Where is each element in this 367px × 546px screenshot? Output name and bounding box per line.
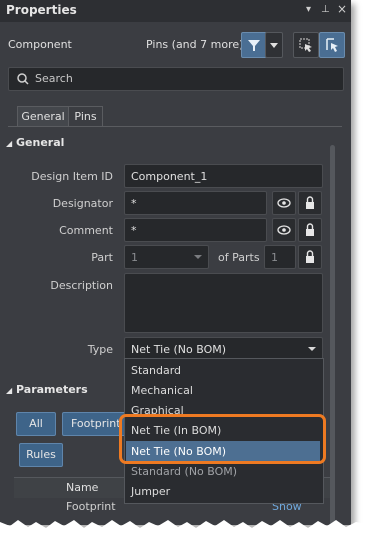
chevron-down-icon <box>270 43 278 48</box>
torn-edge-graphic <box>0 520 367 546</box>
description-label: Description <box>50 279 113 292</box>
parameters-section-header[interactable]: ◢ Parameters <box>6 383 88 396</box>
component-label: Component <box>8 38 72 51</box>
of-parts-input: 1 <box>264 245 296 269</box>
comment-input[interactable]: * <box>124 218 267 242</box>
tab-general[interactable]: General <box>17 106 69 127</box>
chevron-down-icon <box>194 255 202 259</box>
designator-input[interactable]: * <box>124 191 267 215</box>
comment-label: Comment <box>59 224 113 237</box>
lock-icon <box>306 196 314 209</box>
collapse-triangle-icon: ◢ <box>6 139 13 148</box>
tab-pins[interactable]: Pins <box>68 106 103 127</box>
properties-panel: Properties ▾ ⊥ × Component Pins (and 7 m… <box>0 0 351 525</box>
cursor-icon <box>326 38 338 52</box>
description-input[interactable] <box>124 273 323 333</box>
tab-divider <box>8 126 342 127</box>
cursor-mode-button[interactable] <box>319 32 345 58</box>
callout-highlight-box <box>119 414 326 464</box>
comment-value: * <box>131 224 137 237</box>
general-section-header[interactable]: ◢ General <box>6 136 64 149</box>
type-option-mechanical[interactable]: Mechanical <box>131 384 193 397</box>
scrollbar[interactable] <box>330 145 335 525</box>
type-value: Net Tie (No BOM) <box>131 343 227 356</box>
part-select[interactable]: 1 <box>124 245 209 269</box>
search-field[interactable]: Search <box>8 67 344 91</box>
component-row: Component Pins (and 7 more) <box>0 22 351 66</box>
designator-value: * <box>131 197 137 210</box>
of-parts-label: of Parts <box>218 251 260 264</box>
eye-icon <box>277 198 291 208</box>
pin-icon[interactable]: ⊥ <box>321 4 330 15</box>
select-cursor-icon <box>299 38 312 52</box>
panel-menu-icon[interactable]: ▾ <box>306 4 311 15</box>
lock-icon <box>306 223 314 236</box>
design-item-id-input[interactable]: Component_1 <box>124 164 323 188</box>
title-bar: Properties ▾ ⊥ × <box>0 0 351 22</box>
designator-visibility-button[interactable] <box>272 191 296 215</box>
part-lock-button[interactable] <box>298 245 322 269</box>
select-mode-button[interactable] <box>293 32 319 58</box>
filter-button[interactable] <box>241 32 267 58</box>
close-icon[interactable]: × <box>337 2 347 16</box>
parameters-heading: Parameters <box>16 383 88 396</box>
panel-title: Properties <box>6 3 77 17</box>
collapse-triangle-icon: ◢ <box>6 386 13 395</box>
filter-dropdown-button[interactable] <box>265 32 283 58</box>
design-item-id-value: Component_1 <box>131 170 208 183</box>
general-heading: General <box>16 136 65 149</box>
type-option-standard-no-bom[interactable]: Standard (No BOM) <box>131 465 237 478</box>
type-label: Type <box>87 343 113 356</box>
name-column-header[interactable]: Name <box>66 481 98 494</box>
designator-label: Designator <box>52 197 113 210</box>
filter-icon <box>248 40 260 51</box>
comment-lock-button[interactable] <box>298 218 322 242</box>
design-item-id-label: Design Item ID <box>31 170 113 183</box>
eye-icon <box>277 225 291 235</box>
type-option-jumper[interactable]: Jumper <box>131 485 170 498</box>
filter-rules-button[interactable]: Rules <box>19 443 63 467</box>
filter-all-button[interactable]: All <box>16 412 56 436</box>
lock-icon <box>306 250 314 263</box>
type-option-standard[interactable]: Standard <box>131 364 181 377</box>
chevron-down-icon <box>308 347 316 351</box>
designator-lock-button[interactable] <box>298 191 322 215</box>
search-placeholder: Search <box>35 72 73 85</box>
filter-summary: Pins (and 7 more) <box>146 38 244 51</box>
search-icon <box>17 73 29 85</box>
of-parts-value: 1 <box>271 251 278 264</box>
part-label: Part <box>91 251 113 264</box>
part-value: 1 <box>131 251 138 264</box>
comment-visibility-button[interactable] <box>272 218 296 242</box>
